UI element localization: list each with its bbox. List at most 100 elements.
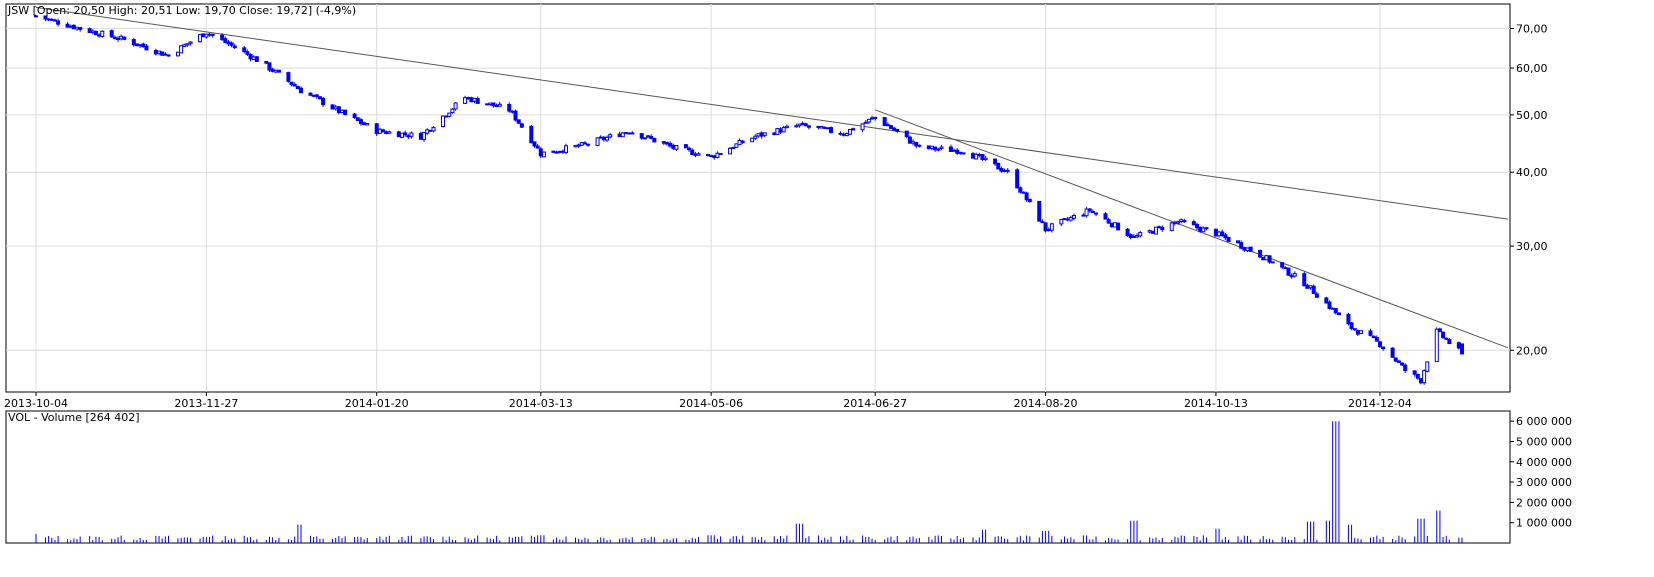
candle-body	[1434, 328, 1439, 362]
candle-body	[841, 133, 846, 136]
candle-body	[863, 121, 868, 124]
candle-body	[1160, 226, 1165, 231]
candle-body	[911, 141, 916, 144]
candle-body	[1355, 330, 1360, 335]
candle-body	[860, 123, 865, 131]
candle-body	[1270, 261, 1275, 264]
price-y-tick-label: 20,00	[1516, 344, 1548, 357]
candle-body	[737, 140, 742, 146]
candle-body	[1381, 346, 1386, 350]
candle-body	[1135, 235, 1140, 238]
candle-body	[1103, 213, 1108, 220]
candle-body	[1447, 338, 1452, 345]
candle-body	[753, 135, 758, 139]
candle-body	[1460, 343, 1464, 355]
candle-body	[1352, 328, 1357, 331]
candle-body	[1245, 247, 1250, 252]
candle-body	[384, 131, 389, 135]
candle-body	[1226, 236, 1231, 242]
candle-body	[705, 153, 710, 156]
candle-body	[1242, 247, 1247, 251]
volume-y-tick-label: 2 000 000	[1516, 496, 1572, 509]
candle-body	[267, 62, 272, 71]
candle-body	[75, 26, 80, 30]
candle-body	[690, 149, 695, 156]
candle-body	[1305, 284, 1310, 289]
candle-body	[1116, 222, 1121, 231]
candle-body	[838, 132, 843, 135]
candle-body	[1018, 187, 1023, 193]
price-y-tick-label: 50,00	[1516, 109, 1548, 122]
candle-body	[90, 30, 95, 34]
candle-body	[116, 37, 121, 41]
candle-body	[144, 45, 149, 51]
candle-body	[1087, 208, 1092, 212]
candle-body	[340, 109, 345, 113]
candle-body	[535, 145, 540, 149]
candle-body	[308, 92, 313, 96]
candle-body	[425, 129, 430, 134]
candle-body	[756, 133, 761, 137]
candle-body	[153, 49, 158, 55]
candle-body	[52, 19, 57, 22]
candle-body	[1157, 226, 1162, 229]
candle-body	[204, 33, 209, 38]
candle-body	[242, 47, 247, 53]
candle-body	[185, 43, 190, 46]
candle-body	[251, 56, 256, 60]
candle-body	[362, 122, 367, 126]
candle-body	[1182, 220, 1187, 223]
candle-body	[1049, 223, 1054, 231]
candle-body	[314, 94, 319, 98]
candle-body	[696, 153, 701, 156]
candle-body	[1081, 214, 1086, 217]
candle-body	[1333, 308, 1338, 314]
candle-body	[1302, 273, 1307, 287]
candle-body	[198, 34, 203, 43]
candle-body	[955, 149, 960, 154]
candle-body	[993, 158, 998, 165]
candle-body	[333, 106, 338, 110]
candle-body	[541, 151, 546, 158]
candle-body	[396, 131, 401, 138]
candle-body	[866, 118, 871, 123]
candle-body	[888, 125, 893, 129]
candle-body	[958, 151, 963, 154]
candle-body	[1336, 312, 1341, 316]
candle-body	[264, 60, 269, 64]
candle-body	[422, 132, 427, 141]
candle-body	[510, 110, 515, 113]
candle-body	[627, 132, 632, 135]
candle-body	[1393, 357, 1398, 362]
candle-body	[772, 132, 777, 136]
candle-body	[519, 123, 524, 128]
candle-body	[929, 145, 934, 149]
candle-body	[885, 124, 890, 127]
candle-body	[586, 143, 591, 146]
candle-body	[292, 83, 297, 87]
candle-body	[1002, 169, 1007, 173]
candle-body	[450, 108, 455, 114]
candle-body	[507, 103, 512, 112]
candle-body	[608, 134, 613, 138]
candle-body	[1179, 219, 1184, 223]
candle-body	[560, 150, 565, 153]
candle-body	[311, 94, 316, 97]
candle-body	[182, 44, 187, 47]
candle-body	[668, 142, 673, 147]
candle-body	[254, 56, 259, 63]
candle-body	[936, 148, 941, 151]
candle-body	[1027, 198, 1032, 203]
candle-body	[418, 132, 423, 140]
candle-body	[1037, 200, 1042, 222]
candle-body	[513, 110, 518, 121]
candle-body	[1169, 222, 1174, 231]
candle-body	[762, 132, 767, 136]
x-tick-label: 2014-06-27	[843, 397, 907, 410]
candle-body	[223, 38, 228, 43]
candle-body	[1109, 222, 1114, 228]
candle-body	[1267, 255, 1272, 263]
volume-y-tick-label: 3 000 000	[1516, 476, 1572, 489]
volume-y-tick-label: 6 000 000	[1516, 415, 1572, 428]
stock-chart: 20,00 30,00 40,00 50,00 60,00 70,00 2013-10-0…	[4, 3, 1572, 544]
